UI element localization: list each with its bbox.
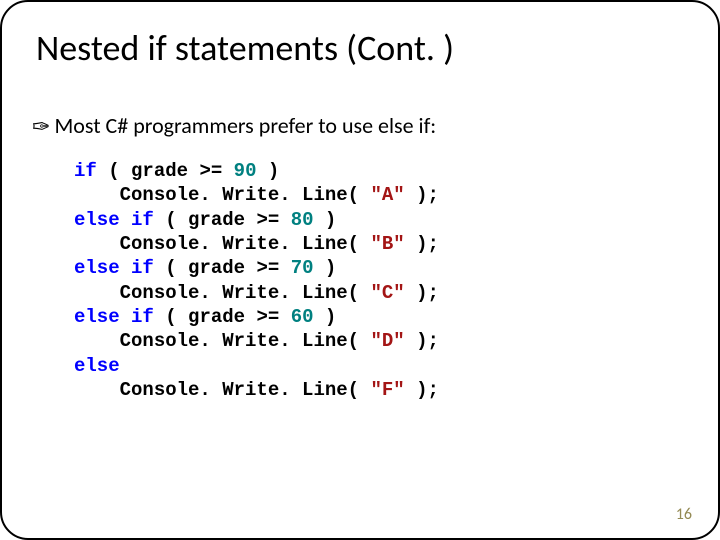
call-writeline: Console. Write. Line( [120,330,359,352]
num-80: 80 [291,209,314,231]
str-c: "C" [370,282,404,304]
rparen: ) [325,209,336,231]
semi: ; [428,379,439,401]
num-70: 70 [291,257,314,279]
kw-if: if [131,209,154,231]
var-grade: grade [188,209,245,231]
rparen: ) [325,306,336,328]
str-a: "A" [370,184,404,206]
var-grade: grade [131,160,188,182]
lparen: ( [108,160,119,182]
code-block: if ( grade >= 90 ) Console. Write. Line(… [30,159,690,402]
rparen: ) [268,160,279,182]
semi: ; [428,282,439,304]
op-ge: >= [199,160,222,182]
rparen: ) [416,282,427,304]
lparen: ( [165,306,176,328]
op-ge: >= [256,209,279,231]
slide-title: Nested if statements (Cont. ) [30,26,690,70]
num-60: 60 [291,306,314,328]
call-writeline: Console. Write. Line( [120,184,359,206]
lparen: ( [165,209,176,231]
semi: ; [428,184,439,206]
kw-else: else [74,209,120,231]
rparen: ) [416,330,427,352]
kw-else: else [74,355,120,377]
semi: ; [428,330,439,352]
lparen: ( [165,257,176,279]
op-ge: >= [256,306,279,328]
rparen: ) [416,233,427,255]
kw-else: else [74,306,120,328]
kw-if: if [131,306,154,328]
slide-frame: Nested if statements (Cont. ) ✑ Most C# … [0,0,720,540]
rparen: ) [416,379,427,401]
rparen: ) [325,257,336,279]
page-number: 16 [676,505,692,524]
call-writeline: Console. Write. Line( [120,233,359,255]
op-ge: >= [256,257,279,279]
str-d: "D" [370,330,404,352]
var-grade: grade [188,306,245,328]
call-writeline: Console. Write. Line( [120,282,359,304]
str-b: "B" [370,233,404,255]
num-90: 90 [234,160,257,182]
bullet-icon: ✑ [32,116,50,138]
kw-if: if [131,257,154,279]
rparen: ) [416,184,427,206]
call-writeline: Console. Write. Line( [120,379,359,401]
kw-else: else [74,257,120,279]
semi: ; [428,233,439,255]
bullet-text: Most C# programmers prefer to use else i… [54,112,436,139]
bullet-item: ✑ Most C# programmers prefer to use else… [30,112,690,139]
kw-if: if [74,160,97,182]
str-f: "F" [370,379,404,401]
var-grade: grade [188,257,245,279]
